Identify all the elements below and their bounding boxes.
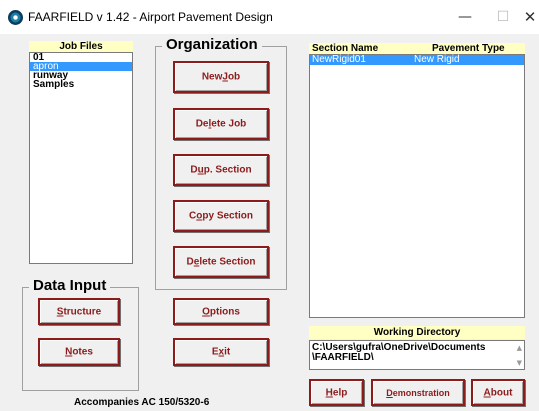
- dup-section-button[interactable]: Dup. Section: [173, 154, 269, 186]
- about-button[interactable]: About: [471, 379, 525, 406]
- scroll-up-icon[interactable]: ▲: [517, 343, 522, 353]
- exit-button[interactable]: Exit: [173, 338, 269, 366]
- pavement-type-column-header: Pavement Type: [432, 43, 505, 54]
- section-name-column-header: Section Name: [312, 43, 379, 54]
- scroll-down-icon[interactable]: ▼: [517, 358, 522, 368]
- working-directory-box[interactable]: C:\Users\gufra\OneDrive\Documents \FAARF…: [309, 340, 525, 370]
- section-list[interactable]: NewRigid01 New Rigid: [309, 54, 525, 318]
- section-name-cell: NewRigid01: [312, 54, 366, 65]
- new-job-button[interactable]: New Job: [173, 61, 269, 93]
- minimize-button[interactable]: —: [450, 5, 480, 29]
- options-button[interactable]: Options: [173, 298, 269, 325]
- maximize-button[interactable]: ☐: [488, 5, 518, 29]
- footer-note: Accompanies AC 150/5320-6: [74, 397, 210, 408]
- structure-button[interactable]: Structure: [38, 298, 120, 325]
- demonstration-button[interactable]: Demonstration: [371, 379, 465, 406]
- delete-section-button[interactable]: Delete Section: [173, 246, 269, 278]
- notes-button[interactable]: Notes: [38, 338, 120, 366]
- organization-title: Organization: [162, 36, 262, 53]
- app-icon: [8, 10, 23, 25]
- close-button[interactable]: ✕: [515, 5, 539, 29]
- job-file-item-samples[interactable]: Samples: [30, 80, 132, 90]
- section-row[interactable]: NewRigid01 New Rigid: [310, 55, 524, 65]
- title-bar: FAARFIELD v 1.42 - Airport Pavement Desi…: [0, 0, 539, 34]
- working-directory-header: Working Directory: [309, 326, 525, 339]
- job-files-list[interactable]: 01 apron runway Samples: [29, 52, 133, 264]
- working-directory-line2: \FAARFIELD\: [312, 352, 374, 363]
- section-table-header: Section Name Pavement Type: [309, 43, 525, 54]
- copy-section-button[interactable]: Copy Section: [173, 200, 269, 232]
- data-input-title: Data Input: [29, 277, 111, 294]
- job-files-header: Job Files: [29, 41, 133, 52]
- delete-job-button[interactable]: Delete Job: [173, 108, 269, 140]
- pavement-type-cell: New Rigid: [414, 54, 460, 65]
- help-button[interactable]: Help: [309, 379, 364, 406]
- window-title: FAARFIELD v 1.42 - Airport Pavement Desi…: [28, 10, 273, 24]
